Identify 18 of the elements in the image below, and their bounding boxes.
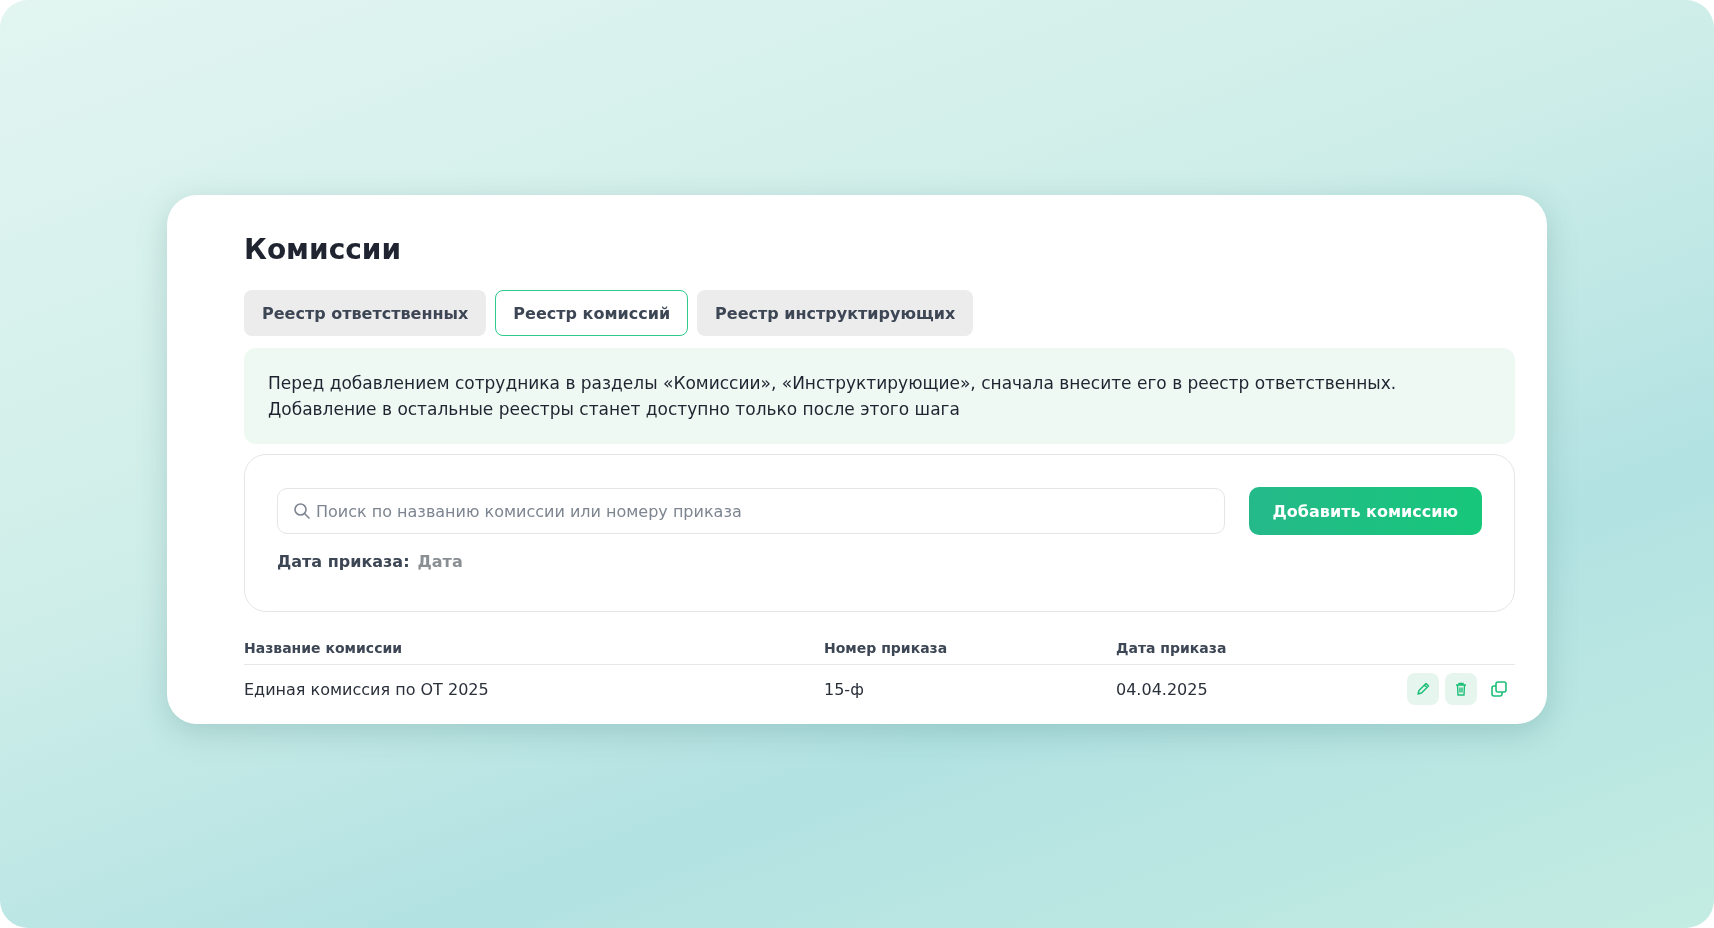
table-cell: Единая комиссия по ОТ 2025 bbox=[244, 679, 489, 699]
date-filter-label: Дата приказа: bbox=[277, 552, 410, 571]
table-cell: 15-ф bbox=[824, 679, 864, 699]
pencil-icon bbox=[1415, 681, 1431, 697]
page-title: Комиссии bbox=[244, 233, 403, 266]
column-header: Название комиссии bbox=[244, 640, 403, 656]
column-header: Номер приказа bbox=[824, 640, 948, 656]
search-field[interactable]: Поиск по названию комиссии или номеру приказа bbox=[277, 488, 1225, 534]
copy-icon bbox=[1490, 680, 1508, 698]
tab[interactable]: Реестр инструктирующих bbox=[697, 290, 974, 336]
trash-icon bbox=[1453, 681, 1469, 697]
table-cell: 04.04.2025 bbox=[1116, 679, 1208, 699]
tab[interactable]: Реестр комиссий bbox=[495, 290, 689, 336]
tab[interactable]: Реестр ответственных bbox=[244, 290, 487, 336]
edit-button[interactable] bbox=[1407, 673, 1439, 705]
delete-button[interactable] bbox=[1445, 673, 1477, 705]
info-notice: Перед добавлением сотрудника в разделы «Комиссии», «Инструктирующие», сначала внесите его в реестр ответственных. Добавление в остальные реестры станет доступно только после этого шага bbox=[244, 348, 1515, 444]
column-header: Дата приказа bbox=[1116, 640, 1227, 656]
